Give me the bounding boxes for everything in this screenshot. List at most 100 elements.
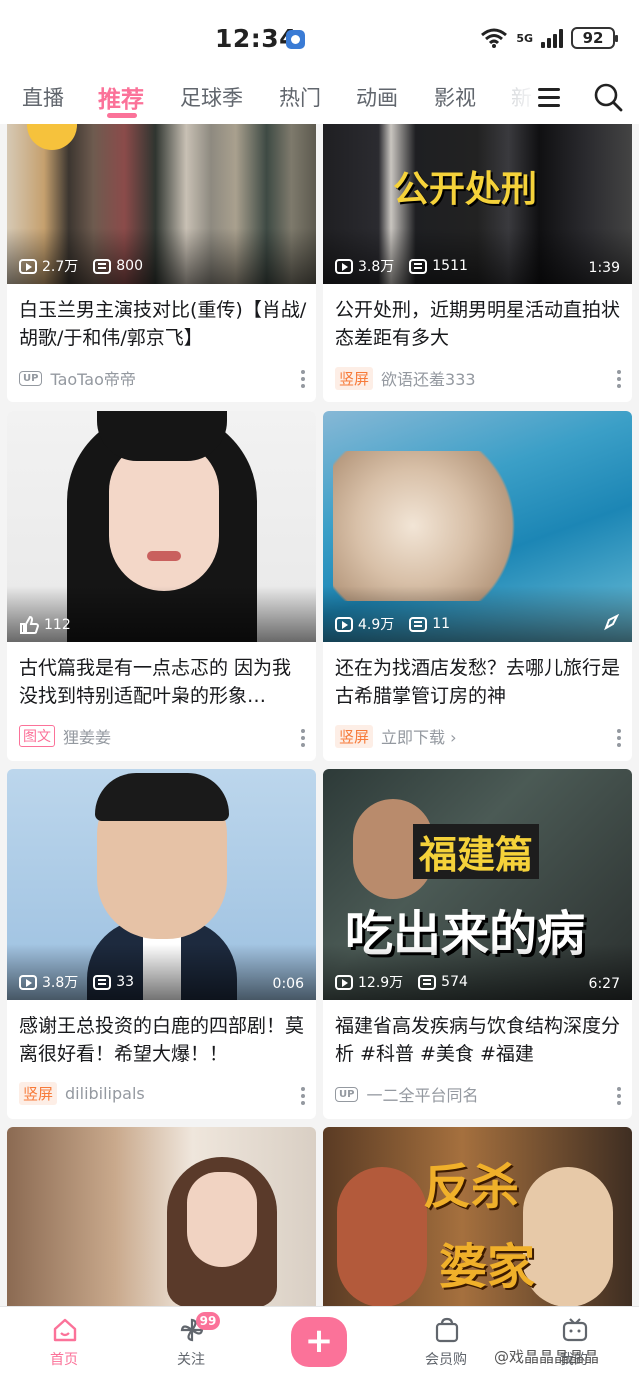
nav-vip-label: 会员购: [425, 1352, 467, 1368]
view-count: 3.8万: [358, 259, 395, 275]
face-shape: [337, 1167, 427, 1306]
video-meta: 竖屏 欲语还羞333: [335, 366, 476, 390]
video-meta: UP TaoTao帝帝: [19, 366, 136, 390]
more-options-icon[interactable]: [300, 370, 306, 388]
more-options-icon[interactable]: [300, 729, 306, 747]
home-icon: [53, 1318, 77, 1342]
article-badge: 图文: [19, 725, 55, 747]
battery-icon: 92: [571, 27, 618, 49]
poster-text: 公开处刑: [393, 169, 538, 210]
nav-follow-label: 关注: [177, 1352, 205, 1368]
tab-movies[interactable]: 影视: [434, 82, 476, 112]
nav-vip-shop[interactable]: 会员购: [406, 1315, 486, 1369]
face-shape: [187, 1172, 257, 1267]
video-card[interactable]: 3.8万 33 0:06 感谢王总投资的白鹿的四部剧！莫离很好看！希望大爆！！ …: [7, 769, 316, 1119]
tab-football[interactable]: 足球季: [180, 82, 243, 112]
tab-live[interactable]: 直播: [22, 82, 64, 112]
video-card[interactable]: 公开处刑 3.8万 1511 1:39 公开处刑，近期男明星活动直拍状态差距有多…: [323, 124, 632, 402]
video-stats: 3.8万 33: [19, 972, 144, 992]
nav-home[interactable]: 首页: [24, 1315, 104, 1369]
ad-thumbnail[interactable]: 4.9万 11: [323, 411, 632, 642]
signal-icon: [541, 28, 563, 48]
video-thumbnail[interactable]: 反杀 婆家: [323, 1127, 632, 1306]
ad-stats: 4.9万 11: [335, 614, 460, 634]
nav-home-label: 首页: [50, 1352, 78, 1368]
view-count: 3.8万: [42, 975, 79, 991]
video-title[interactable]: 感谢王总投资的白鹿的四部剧！莫离很好看！希望大爆！！: [19, 1012, 307, 1068]
rocket-icon: [604, 614, 620, 631]
author-name[interactable]: TaoTao帝帝: [50, 366, 135, 390]
author-name[interactable]: 狸姜姜: [63, 724, 111, 748]
danmaku-icon: [93, 974, 112, 990]
author-name[interactable]: dilibilipals: [65, 1084, 145, 1103]
video-thumbnail[interactable]: 3.8万 33 0:06: [7, 769, 316, 1000]
up-badge: UP: [335, 1086, 359, 1102]
tab-anime[interactable]: 动画: [356, 82, 398, 112]
video-title[interactable]: 白玉兰男主演技对比(重传)【肖战/胡歌/于和伟/郭京飞】: [19, 296, 307, 352]
video-card[interactable]: 福建篇 吃出来的病 12.9万 574 6:27 福建省高发疾病与饮食结构深度分…: [323, 769, 632, 1119]
video-stats: 12.9万 574: [335, 972, 478, 992]
tab-hot[interactable]: 热门: [279, 82, 321, 112]
video-card[interactable]: [7, 1127, 316, 1306]
view-count: 4.9万: [358, 617, 395, 633]
wifi-icon: [481, 28, 508, 48]
vertical-badge: 竖屏: [335, 366, 374, 390]
article-thumbnail[interactable]: 112: [7, 411, 316, 642]
video-title[interactable]: 公开处刑，近期男明星活动直拍状态差距有多大: [335, 296, 623, 352]
channel-menu-icon[interactable]: [536, 84, 564, 112]
face-shape: [523, 1167, 613, 1306]
video-meta: 竖屏 dilibilipals: [19, 1082, 145, 1105]
more-options-icon[interactable]: [616, 370, 622, 388]
play-count-icon: [335, 616, 353, 632]
more-options-icon[interactable]: [616, 1087, 622, 1105]
view-count: 2.7万: [42, 259, 79, 275]
video-meta: UP 一二全平台同名: [335, 1082, 478, 1106]
video-thumbnail[interactable]: [7, 1127, 316, 1306]
publish-button[interactable]: +: [291, 1317, 347, 1367]
article-meta: 图文 狸姜姜: [19, 724, 111, 748]
download-link[interactable]: 立即下载 ›: [381, 724, 457, 748]
status-time: 12:34: [215, 24, 298, 53]
video-thumbnail[interactable]: 福建篇 吃出来的病 12.9万 574 6:27: [323, 769, 632, 1000]
video-stats: 2.7万 800: [19, 256, 153, 276]
video-duration: 6:27: [588, 976, 620, 992]
poster-text-top: 福建篇: [413, 824, 540, 879]
vertical-badge: 竖屏: [19, 1082, 58, 1105]
more-options-icon[interactable]: [616, 729, 622, 747]
channel-tab-bar: 直播 推荐 足球季 热门 动画 影视 新: [0, 76, 639, 124]
danmaku-count: 1511: [432, 258, 468, 274]
video-title[interactable]: 福建省高发疾病与饮食结构深度分析 #科普 #美食 #福建: [335, 1012, 623, 1068]
article-title[interactable]: 古代篇我是有一点忐忑的 因为我没找到特别适配叶枭的形象…: [19, 654, 307, 710]
poster-text-top: 反杀: [423, 1159, 520, 1215]
ad-card[interactable]: 4.9万 11 还在为找酒店发愁？去哪儿旅行是古希腊掌管订房的神 竖屏 立即下载…: [323, 411, 632, 761]
author-name[interactable]: 欲语还羞333: [381, 366, 476, 390]
danmaku-icon: [93, 258, 112, 274]
watermark-text: @戏晶晶晶晶晶: [494, 1348, 600, 1366]
article-stats: 112: [19, 616, 71, 634]
video-duration: 0:06: [272, 976, 304, 992]
ad-title[interactable]: 还在为找酒店发愁？去哪儿旅行是古希腊掌管订房的神: [335, 654, 623, 710]
article-card[interactable]: 112 古代篇我是有一点忐忑的 因为我没找到特别适配叶枭的形象… 图文 狸姜姜: [7, 411, 316, 761]
video-card[interactable]: 反杀 婆家: [323, 1127, 632, 1306]
play-count-icon: [335, 258, 353, 274]
search-icon[interactable]: [593, 82, 623, 112]
more-options-icon[interactable]: [300, 1087, 306, 1105]
poster-text-bottom: 婆家: [439, 1239, 536, 1295]
shopping-bag-icon: [435, 1317, 459, 1343]
author-name[interactable]: 一二全平台同名: [366, 1082, 478, 1106]
tab-recommend[interactable]: 推荐: [98, 80, 144, 114]
like-count: 112: [44, 617, 71, 633]
shells-shape: [333, 451, 533, 601]
tab-fade: [500, 76, 540, 124]
video-card[interactable]: 2.7万 800 白玉兰男主演技对比(重传)【肖战/胡歌/于和伟/郭京飞】 UP…: [7, 124, 316, 402]
danmaku-icon: [409, 616, 428, 632]
video-duration: 1:39: [588, 260, 620, 276]
face-shape: [109, 441, 219, 591]
video-stats: 3.8万 1511: [335, 256, 478, 276]
play-count-icon: [335, 974, 353, 990]
follow-count-badge: 99: [196, 1312, 220, 1330]
video-thumbnail[interactable]: 2.7万 800: [7, 124, 316, 284]
video-thumbnail[interactable]: 公开处刑 3.8万 1511 1:39: [323, 124, 632, 284]
status-indicators: 5G 92: [480, 27, 618, 49]
network-type: 5G: [516, 31, 533, 45]
